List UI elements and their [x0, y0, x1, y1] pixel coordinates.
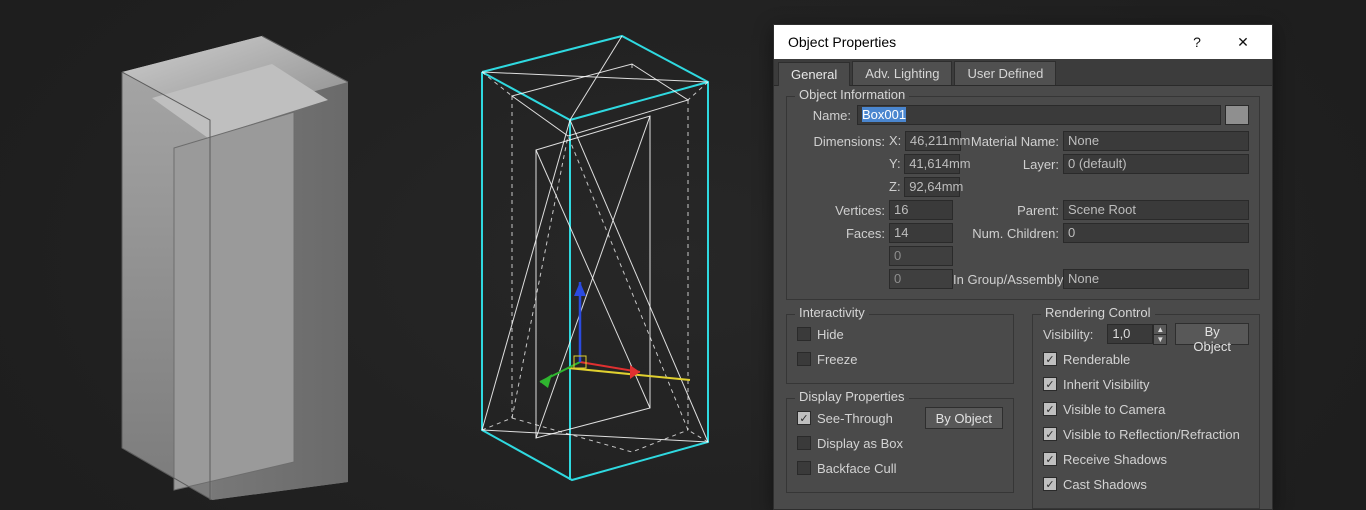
vertices-label: Vertices: — [797, 203, 889, 218]
checkbox-backface-cull[interactable] — [797, 461, 811, 475]
checkbox-see-through[interactable] — [797, 411, 811, 425]
dim-y-field: 41,614mm — [904, 154, 960, 174]
close-icon: ✕ — [1237, 34, 1249, 51]
group-legend: Rendering Control — [1041, 305, 1155, 320]
spinner-down-icon[interactable]: ▼ — [1153, 334, 1167, 345]
layer-label: Layer: — [953, 157, 1063, 172]
tab-bar: General Adv. Lighting User Defined — [774, 59, 1272, 86]
hide-label: Hide — [817, 327, 844, 342]
cast-shadows-label: Cast Shadows — [1063, 477, 1147, 492]
parent-field: Scene Root — [1063, 200, 1249, 220]
tab-general[interactable]: General — [778, 62, 850, 86]
backface-cull-label: Backface Cull — [817, 461, 896, 476]
checkbox-visible-refl[interactable] — [1043, 427, 1057, 441]
group-display-properties: Display Properties See-Through By Object… — [786, 398, 1014, 493]
mesh-wireframe-selected — [440, 10, 750, 500]
x-label: X: 46,211mm — [889, 131, 953, 151]
color-swatch[interactable] — [1225, 105, 1249, 125]
name-label: Name: — [797, 108, 857, 123]
dimensions-label: Dimensions: — [797, 134, 889, 149]
children-field: 0 — [1063, 223, 1249, 243]
z-label: Z: — [889, 179, 901, 194]
checkbox-receive-shadows[interactable] — [1043, 452, 1057, 466]
dialog-titlebar[interactable]: Object Properties ? ✕ — [774, 25, 1272, 59]
visible-camera-label: Visible to Camera — [1063, 402, 1165, 417]
checkbox-hide[interactable] — [797, 327, 811, 341]
visibility-value[interactable]: 1,0 — [1107, 324, 1153, 344]
faces-label: Faces: — [797, 226, 889, 241]
group-legend: Interactivity — [795, 305, 869, 320]
checkbox-visible-camera[interactable] — [1043, 402, 1057, 416]
layer-field: 0 (default) — [1063, 154, 1249, 174]
checkbox-freeze[interactable] — [797, 352, 811, 366]
group-object-information: Object Information Name: Box001 Dimensio… — [786, 96, 1260, 300]
group-rendering-control: Rendering Control Visibility: 1,0 ▲▼ By … — [1032, 314, 1260, 509]
object-properties-dialog: Object Properties ? ✕ General Adv. Light… — [773, 24, 1273, 510]
panel-general: Object Information Name: Box001 Dimensio… — [774, 86, 1272, 509]
checkbox-renderable[interactable] — [1043, 352, 1057, 366]
mesh-solid-box — [80, 10, 390, 500]
material-field: None — [1063, 131, 1249, 151]
rendering-by-object-button[interactable]: By Object — [1175, 323, 1249, 345]
tab-adv-lighting[interactable]: Adv. Lighting — [852, 61, 952, 85]
help-button[interactable]: ? — [1174, 25, 1220, 59]
y-label: Y: — [889, 156, 901, 171]
dim-z-field: 92,64mm — [904, 177, 960, 197]
see-through-label: See-Through — [817, 411, 925, 426]
inherit-visibility-label: Inherit Visibility — [1063, 377, 1149, 392]
group-field: None — [1063, 269, 1249, 289]
dialog-title: Object Properties — [788, 34, 1174, 50]
material-label: Material Name: — [953, 134, 1063, 149]
group-interactivity: Interactivity Hide Freeze — [786, 314, 1014, 384]
receive-shadows-label: Receive Shadows — [1063, 452, 1167, 467]
checkbox-inherit-visibility[interactable] — [1043, 377, 1057, 391]
group-legend: Object Information — [795, 87, 909, 102]
parent-label: Parent: — [953, 203, 1063, 218]
group-label: In Group/Assembly: — [953, 272, 1063, 287]
tab-user-defined[interactable]: User Defined — [954, 61, 1056, 85]
group-legend: Display Properties — [795, 389, 909, 404]
display-by-object-button[interactable]: By Object — [925, 407, 1003, 429]
renderable-label: Renderable — [1063, 352, 1130, 367]
visibility-label: Visibility: — [1043, 327, 1099, 342]
vertices-field: 16 — [889, 200, 953, 220]
name-field[interactable]: Box001 — [857, 105, 1221, 125]
transform-gizmo — [540, 282, 690, 388]
close-button[interactable]: ✕ — [1220, 25, 1266, 59]
spinner-up-icon[interactable]: ▲ — [1153, 324, 1167, 334]
checkbox-display-as-box[interactable] — [797, 436, 811, 450]
display-as-box-label: Display as Box — [817, 436, 903, 451]
faces-field: 14 — [889, 223, 953, 243]
help-icon: ? — [1193, 34, 1201, 50]
extra-field-1: 0 — [889, 246, 953, 266]
visible-refl-label: Visible to Reflection/Refraction — [1063, 427, 1240, 442]
visibility-spinner[interactable]: 1,0 ▲▼ — [1107, 324, 1167, 344]
freeze-label: Freeze — [817, 352, 857, 367]
extra-field-2: 0 — [889, 269, 953, 289]
children-label: Num. Children: — [953, 226, 1063, 241]
checkbox-cast-shadows[interactable] — [1043, 477, 1057, 491]
